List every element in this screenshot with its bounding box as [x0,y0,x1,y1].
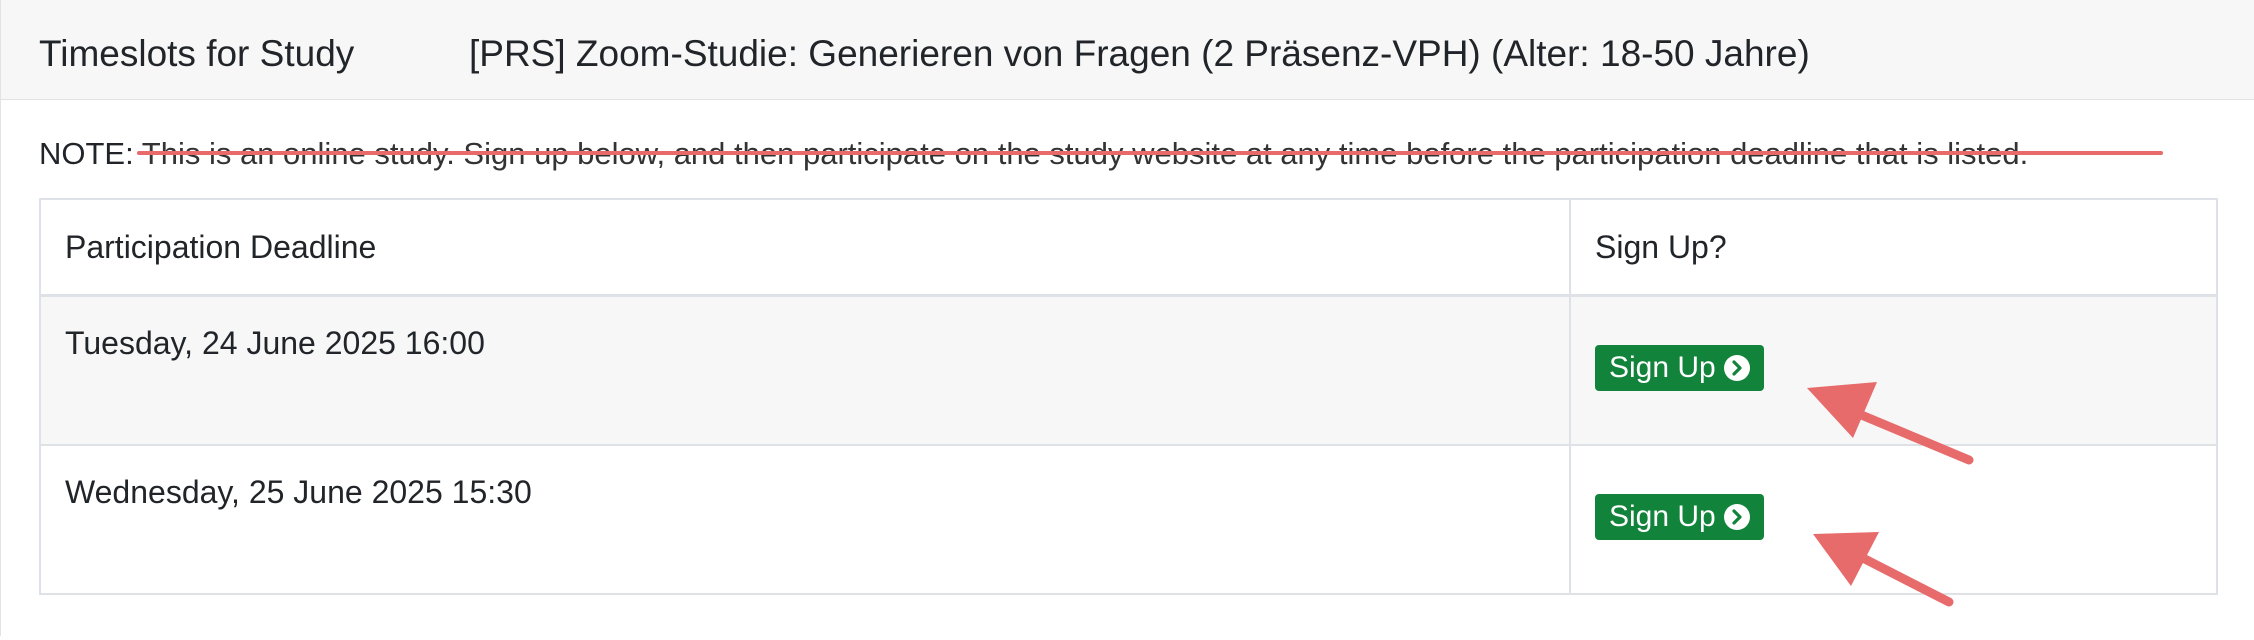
arrow-pointer-icon [1813,532,1954,607]
timeslots-panel: Timeslots for Study [PRS] Zoom-Studie: G… [0,0,2254,636]
study-name: [PRS] Zoom-Studie: Generieren von Fragen… [469,33,1810,74]
signup-button[interactable]: Sign Up [1595,493,1764,540]
chevron-right-circle-icon [1723,355,1750,381]
note-label: NOTE: [39,136,134,171]
column-header-deadline: Participation Deadline [39,198,1571,297]
arrow-pointer-icon [1807,382,1974,465]
strikethrough-annotation [137,151,2163,155]
panel-header: Timeslots for Study [PRS] Zoom-Studie: G… [1,0,2254,100]
chevron-right-circle-icon [1723,503,1750,530]
signup-button[interactable]: Sign Up [1595,345,1764,391]
table-header-row: Participation Deadline Sign Up? [39,198,2218,297]
deadline-cell: Wednesday, 25 June 2025 15:30 [39,443,1571,595]
page-title: Timeslots for Study [39,33,355,74]
deadline-cell: Tuesday, 24 June 2025 16:00 [39,294,1571,446]
signup-button-label: Sign Up [1609,499,1716,533]
signup-button-label: Sign Up [1609,351,1716,384]
column-header-signup: Sign Up? [1569,198,2218,297]
